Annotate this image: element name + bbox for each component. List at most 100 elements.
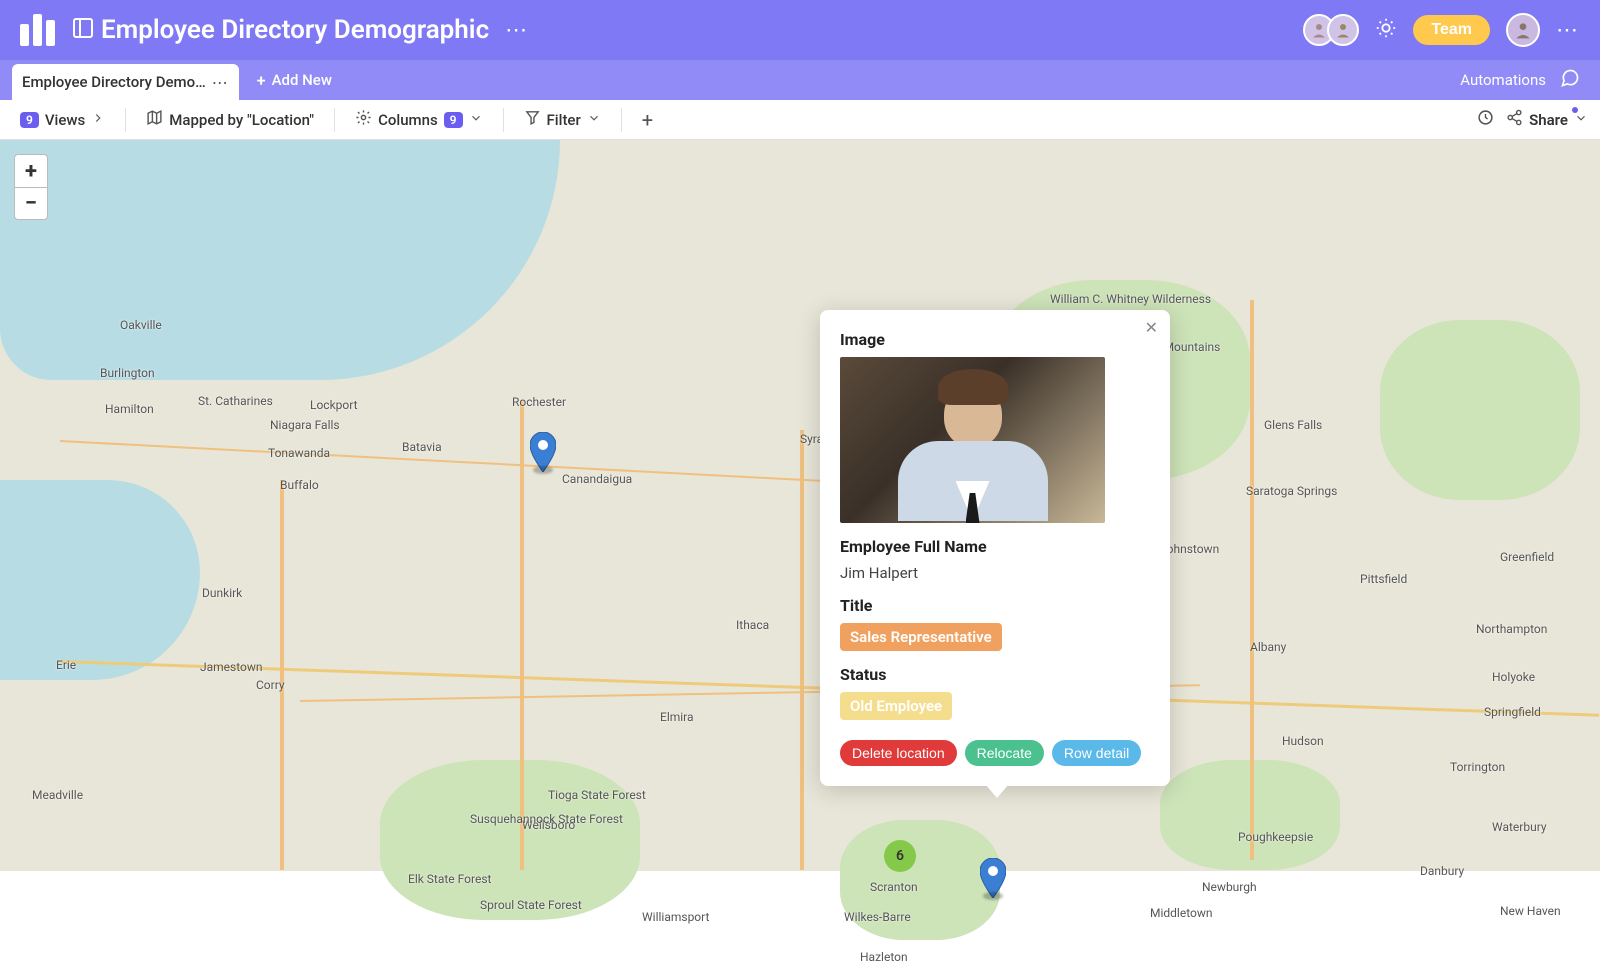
map-city-label: Dunkirk — [202, 586, 242, 600]
tab-active[interactable]: Employee Directory Demo… ⋯ — [12, 64, 239, 100]
add-tool-button[interactable]: + — [634, 108, 661, 132]
share-button[interactable]: Share — [1506, 109, 1588, 130]
more-menu-icon[interactable]: ⋯ — [1556, 18, 1580, 43]
feedback-icon[interactable] — [1560, 68, 1580, 92]
zoom-out-button[interactable]: − — [15, 187, 47, 219]
map-city-label: Jamestown — [200, 660, 263, 674]
views-label: Views — [45, 111, 85, 129]
board-icon — [71, 16, 95, 44]
app-logo[interactable] — [20, 14, 55, 46]
row-detail-button[interactable]: Row detail — [1052, 740, 1141, 766]
popup-name-label: Employee Full Name — [840, 537, 1150, 556]
filter-icon — [524, 109, 541, 130]
filter-label: Filter — [547, 111, 581, 129]
map-city-label: Holyoke — [1492, 670, 1535, 684]
map-city-label: Oakville — [120, 318, 162, 332]
tab-label: Employee Directory Demo… — [22, 73, 206, 91]
map-city-label: St. Catharines — [198, 394, 273, 408]
zoom-control: + − — [14, 154, 48, 220]
map-pin[interactable] — [980, 858, 1006, 898]
tab-menu-icon[interactable]: ⋯ — [212, 73, 229, 92]
columns-button[interactable]: Columns 9 — [347, 105, 490, 134]
filter-button[interactable]: Filter — [516, 105, 609, 134]
gear-icon — [355, 109, 372, 130]
popup-image-label: Image — [840, 330, 1150, 349]
map-city-label: Poughkeepsie — [1238, 830, 1313, 844]
map-city-label: Batavia — [402, 440, 442, 454]
user-avatar[interactable] — [1506, 13, 1540, 47]
add-new-label: Add New — [272, 71, 332, 89]
map-city-label: Lockport — [310, 398, 358, 412]
map-city-label: Williamsport — [642, 910, 709, 924]
title-menu-icon[interactable]: ⋯ — [505, 18, 529, 43]
map-city-label: Niagara Falls — [270, 418, 340, 432]
share-label: Share — [1529, 111, 1568, 129]
views-button[interactable]: 9 Views — [12, 107, 113, 133]
popup-status-tag: Old Employee — [840, 692, 952, 720]
theme-toggle-icon[interactable] — [1375, 17, 1397, 43]
popup-title-label: Title — [840, 596, 1150, 615]
map-cluster[interactable]: 6 — [884, 840, 916, 872]
map-city-label: New Haven — [1500, 904, 1561, 918]
map-icon — [146, 109, 163, 130]
mapped-by-button[interactable]: Mapped by "Location" — [138, 105, 322, 134]
chevron-down-icon — [1574, 111, 1588, 129]
collaborator-avatars[interactable] — [1311, 14, 1359, 46]
map-pin[interactable] — [530, 432, 556, 472]
columns-label: Columns — [378, 111, 438, 129]
map-city-label: Tioga State Forest — [548, 788, 646, 802]
chevron-down-icon — [587, 111, 601, 129]
map-city-label: Greenfield — [1500, 550, 1554, 564]
pin-popup: ✕ Image Employee Full Name Jim Halpert T… — [820, 310, 1170, 786]
page-title: Employee Directory Demographic — [101, 15, 489, 45]
map-city-label: Springfield — [1484, 705, 1541, 719]
map-city-label: Newburgh — [1202, 880, 1257, 894]
zoom-in-button[interactable]: + — [15, 155, 47, 187]
popup-name-value: Jim Halpert — [840, 564, 1150, 582]
map-city-label: Pittsfield — [1360, 572, 1407, 586]
tab-bar: Employee Directory Demo… ⋯ + Add New Aut… — [0, 60, 1600, 100]
map-city-label: Ithaca — [736, 618, 769, 632]
map-city-label: Susquehannock State Forest — [470, 812, 623, 826]
plus-icon: + — [257, 71, 266, 90]
map-city-label: Hamilton — [105, 402, 154, 416]
notification-dot — [1572, 107, 1578, 113]
map-city-label: Torrington — [1450, 760, 1505, 774]
map-city-label: Buffalo — [280, 478, 319, 492]
team-button[interactable]: Team — [1413, 15, 1490, 45]
delete-location-button[interactable]: Delete location — [840, 740, 957, 766]
separator — [621, 108, 622, 132]
chevron-down-icon — [469, 111, 483, 129]
app-header: Employee Directory Demographic ⋯ Team ⋯ — [0, 0, 1600, 60]
separator — [334, 108, 335, 132]
popup-status-label: Status — [840, 665, 1150, 684]
map-city-label: Corry — [256, 678, 285, 692]
map-city-label: Elk State Forest — [408, 872, 491, 886]
automations-link[interactable]: Automations — [1460, 71, 1546, 89]
map-city-label: Tonawanda — [268, 446, 330, 460]
map-city-label: Sproul State Forest — [480, 898, 582, 912]
add-new-tab-button[interactable]: + Add New — [257, 71, 332, 90]
map-city-label: Glens Falls — [1264, 418, 1322, 432]
map-city-label: Northampton — [1476, 622, 1547, 636]
map-city-label: Danbury — [1420, 864, 1464, 878]
map-city-label: William C. Whitney Wilderness — [1050, 292, 1211, 306]
map-city-label: Meadville — [32, 788, 83, 802]
map-city-label: Rochester — [512, 395, 566, 409]
view-toolbar: 9 Views Mapped by "Location" Columns 9 F… — [0, 100, 1600, 140]
map-city-label: Hudson — [1282, 734, 1324, 748]
history-icon[interactable] — [1477, 109, 1494, 130]
mapped-by-label: Mapped by "Location" — [169, 111, 314, 129]
separator — [503, 108, 504, 132]
map-city-label: Middletown — [1150, 906, 1213, 920]
title-wrap: Employee Directory Demographic — [71, 15, 489, 45]
map-city-label: Albany — [1250, 640, 1286, 654]
close-icon[interactable]: ✕ — [1145, 318, 1158, 337]
relocate-button[interactable]: Relocate — [965, 740, 1044, 766]
share-icon — [1506, 109, 1523, 130]
map-city-label: Waterbury — [1492, 820, 1547, 834]
employee-image — [840, 357, 1105, 523]
map-canvas[interactable]: Hamilton Oakville Burlington St. Catharines… — [0, 140, 1600, 871]
map-city-label: Burlington — [100, 366, 155, 380]
popup-title-tag: Sales Representative — [840, 623, 1002, 651]
